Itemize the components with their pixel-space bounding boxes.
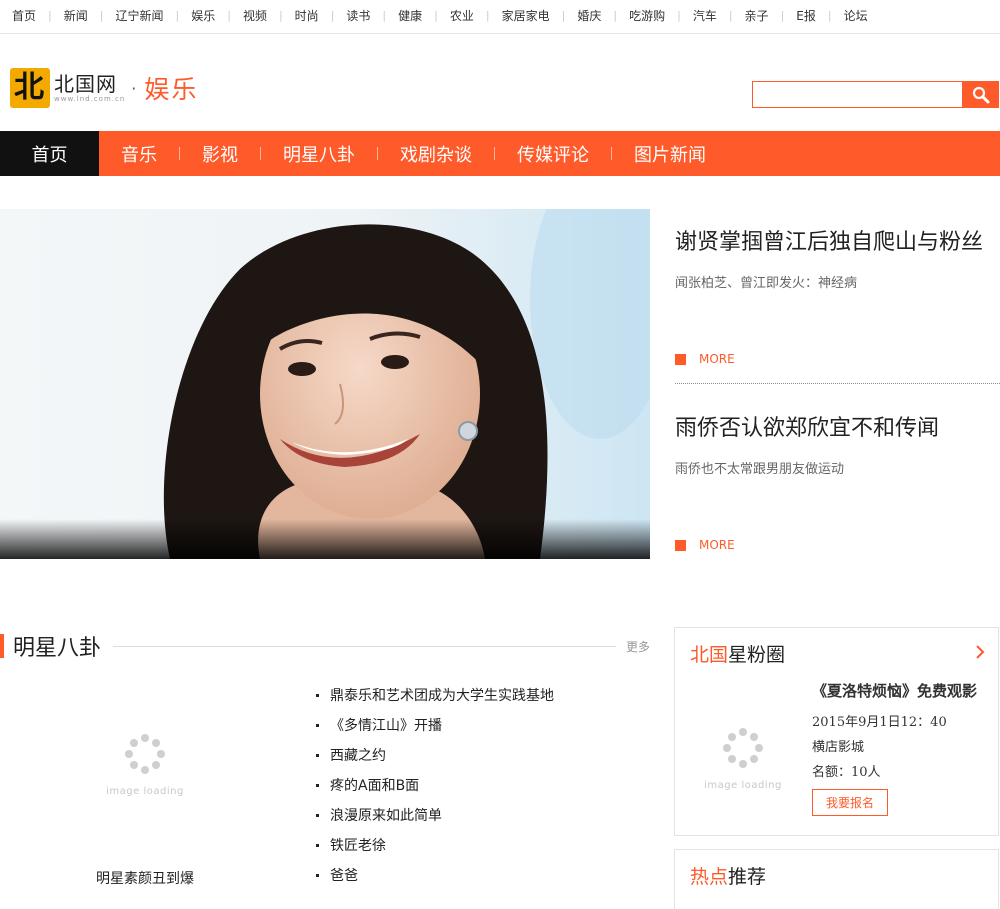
channel-nav-item[interactable]: 音乐: [121, 131, 202, 176]
logo-url: www.lnd.com.cn: [54, 95, 126, 103]
channel-nav-item[interactable]: 影视: [202, 131, 283, 176]
loading-spinner-icon: [124, 733, 165, 774]
topnav-item[interactable]: 亲子 |: [745, 7, 797, 24]
search-button[interactable]: [962, 81, 999, 108]
hero-story-2[interactable]: 雨侨否认欲郑欣宜不和传闻 雨侨也不太常跟男朋友做运动 MORE: [675, 410, 1000, 560]
featured-caption[interactable]: 明星素颜丑到爆: [0, 868, 290, 888]
channel-nav-item[interactable]: 图片新闻: [634, 131, 706, 176]
fan-circle-box: 北国星粉圈 image loading 《夏洛特烦恼》免费观影 2015年9月1…: [674, 627, 999, 836]
story-more-link[interactable]: MORE: [675, 352, 735, 366]
topnav-item[interactable]: 婚庆 |: [577, 7, 629, 24]
loading-spinner-icon: [722, 728, 763, 768]
search-icon: [972, 86, 989, 103]
channel-nav-home[interactable]: 首页: [0, 131, 99, 176]
story-summary: 闻张柏芝、曾江即发火：神经病: [675, 276, 858, 291]
topnav-item[interactable]: 吃游购 |: [629, 7, 693, 24]
square-bullet-icon: [675, 353, 686, 365]
story-title[interactable]: 雨侨否认欲郑欣宜不和传闻: [675, 410, 1000, 442]
topnav-item[interactable]: 健康 |: [398, 7, 450, 24]
topnav-item[interactable]: 读书 |: [346, 7, 398, 24]
topnav-item[interactable]: 论坛: [844, 7, 868, 24]
topnav-item[interactable]: 新闻 |: [64, 7, 116, 24]
topnav-item[interactable]: 辽宁新闻 |: [115, 7, 191, 24]
search-box: [752, 81, 999, 108]
hero-photo: [0, 209, 650, 559]
topnav-item[interactable]: 视频 |: [243, 7, 295, 24]
list-item[interactable]: 爸爸: [316, 860, 554, 890]
channel-nav: 首页 音乐 影视 明星八卦 戏剧杂谈 传媒评论 图片新闻: [0, 131, 1000, 176]
event-image[interactable]: image loading: [703, 728, 783, 798]
topnav-item[interactable]: 娱乐 |: [191, 7, 243, 24]
featured-image[interactable]: image loading: [0, 680, 290, 850]
channel-nav-item[interactable]: 戏剧杂谈: [400, 131, 517, 176]
list-item[interactable]: 西藏之约: [316, 740, 554, 770]
topnav-item[interactable]: E报 |: [796, 7, 843, 24]
search-input[interactable]: [752, 81, 962, 108]
channel-name: 娱乐: [144, 75, 199, 104]
list-item[interactable]: 《多情江山》开播: [316, 710, 554, 740]
story-more-link[interactable]: MORE: [675, 538, 735, 552]
event-time: 2015年9月1日12：40: [812, 715, 947, 730]
list-item[interactable]: 铁匠老徐: [316, 830, 554, 860]
event-info: 《夏洛特烦恼》免费观影 2015年9月1日12：40 横店影城 名额：10人: [812, 680, 997, 780]
image-loading-placeholder: image loading: [106, 733, 184, 797]
gossip-news-list: 鼎泰乐和艺术团成为大学生实践基地 《多情江山》开播 西藏之约 疼的A面和B面 浪…: [316, 680, 554, 890]
signup-button[interactable]: 我要报名: [812, 789, 888, 816]
story-title[interactable]: 谢贤掌掴曾江后独自爬山与粉丝: [675, 224, 1000, 256]
topnav-item[interactable]: 首页 |: [12, 7, 64, 24]
event-place: 横店影城: [812, 740, 865, 755]
event-quota: 名额：10人: [812, 765, 881, 780]
topnav-item[interactable]: 汽车 |: [693, 7, 745, 24]
section-header-gossip: 明星八卦 更多: [0, 631, 650, 661]
topnav-item[interactable]: 家居家电 |: [502, 7, 578, 24]
event-title[interactable]: 《夏洛特烦恼》免费观影: [812, 680, 997, 701]
box-title: 热点推荐: [690, 866, 767, 888]
section-mark: [0, 634, 4, 658]
list-item[interactable]: 疼的A面和B面: [316, 770, 554, 800]
section-title: 明星八卦: [13, 636, 102, 661]
logo-dot: ·: [131, 78, 137, 98]
image-loading-placeholder: image loading: [704, 728, 782, 798]
story-summary: 雨侨也不太常跟男朋友做运动: [675, 462, 845, 477]
loading-text: image loading: [106, 785, 184, 797]
top-site-nav: 首页 | 新闻 | 辽宁新闻 | 娱乐 | 视频 | 时尚 | 读书 | 健康 | 农业 | 家居…: [0, 0, 1000, 34]
topnav-item[interactable]: 时尚 |: [295, 7, 347, 24]
site-logo[interactable]: 北 北国网 www.lnd.com.cn · 娱乐: [10, 67, 198, 109]
section-rule: [113, 645, 616, 647]
channel-nav-item[interactable]: 传媒评论: [517, 131, 634, 176]
box-title: 北国星粉圈: [690, 644, 786, 666]
section-more-link[interactable]: 更多: [626, 638, 650, 655]
loading-text: image loading: [704, 780, 782, 791]
logo-brand: 北国网: [54, 72, 117, 96]
hero-shade: [0, 519, 650, 559]
hero-slideshow[interactable]: [0, 209, 650, 559]
channel-nav-item[interactable]: 明星八卦: [283, 131, 400, 176]
story-divider: [675, 383, 1000, 384]
logo-mark: 北: [10, 68, 50, 108]
hot-recommend-box: 热点推荐: [674, 849, 999, 909]
list-item[interactable]: 浪漫原来如此简单: [316, 800, 554, 830]
square-bullet-icon: [675, 539, 686, 551]
hero-story-1[interactable]: 谢贤掌掴曾江后独自爬山与粉丝 闻张柏芝、曾江即发火：神经病 MORE: [675, 224, 1000, 374]
list-item[interactable]: 鼎泰乐和艺术团成为大学生实践基地: [316, 680, 554, 710]
topnav-item[interactable]: 农业 |: [450, 7, 502, 24]
chevron-right-icon[interactable]: [975, 645, 985, 659]
